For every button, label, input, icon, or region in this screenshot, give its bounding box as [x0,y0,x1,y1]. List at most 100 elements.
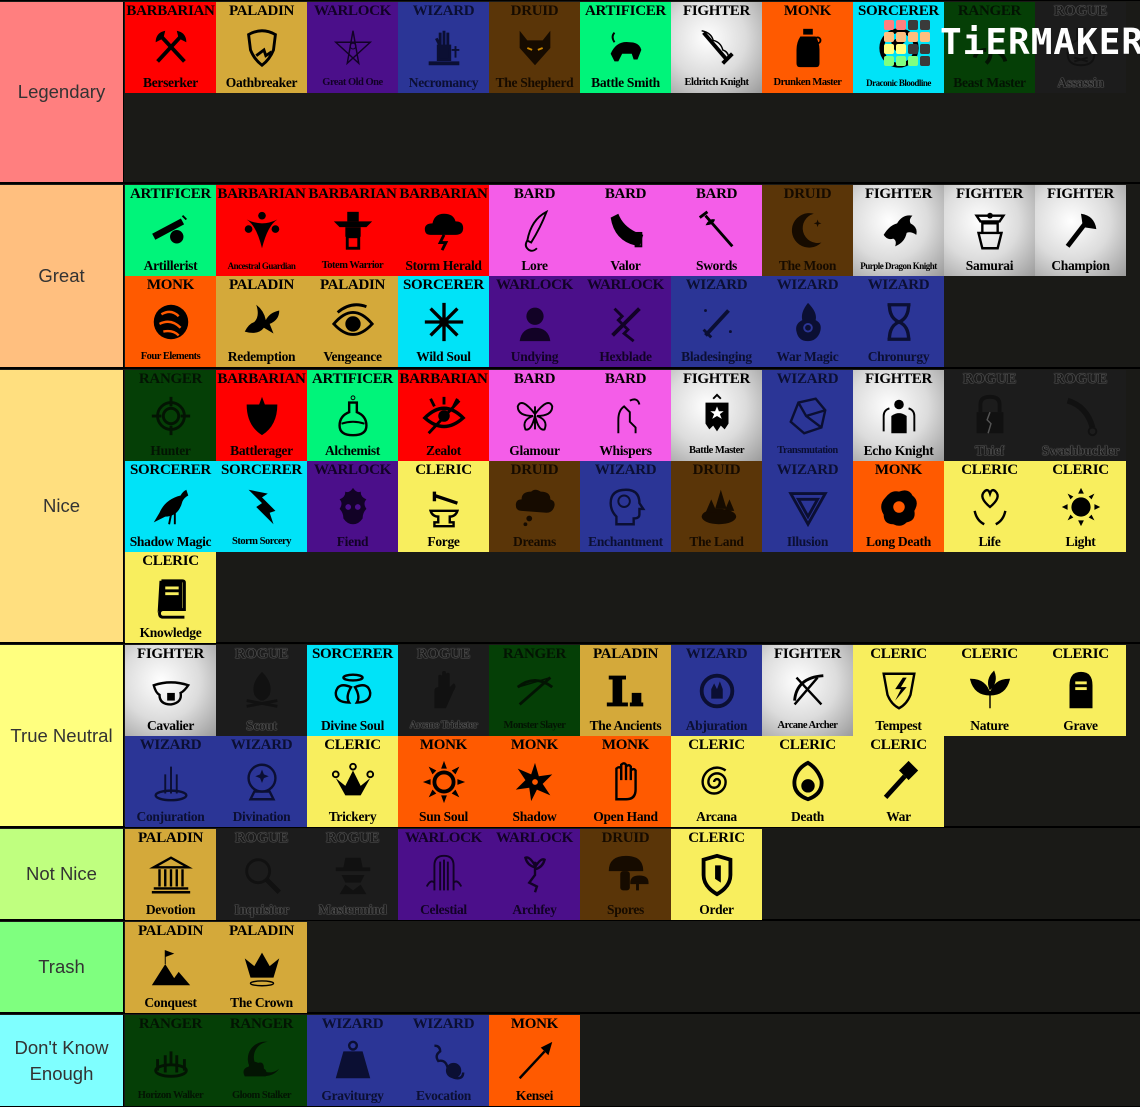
subclass-tile[interactable]: SORCERER Divine Soul [307,645,398,736]
subclass-tile[interactable]: FIGHTER Echo Knight [853,370,944,461]
subclass-tile[interactable]: FIGHTER Champion [1035,185,1126,276]
subclass-tile[interactable]: PALADIN Devotion [125,829,216,920]
subclass-tile[interactable]: BARBARIAN Battlerager [216,370,307,461]
tier-items-dropzone[interactable]: RANGER Horizon Walker RANGER Gloom Stalker W… [124,1015,1140,1106]
subclass-tile[interactable]: ROGUE Inquisitor [216,829,307,920]
subclass-tile[interactable]: DRUID Spores [580,829,671,920]
subclass-tile[interactable]: ROGUE Scout [216,645,307,736]
subclass-tile[interactable]: DRUID The Land [671,461,762,552]
subclass-tile[interactable]: WARLOCK Celestial [398,829,489,920]
subclass-tile[interactable]: PALADIN Oathbreaker [216,2,307,93]
subclass-tile[interactable]: WIZARD War Magic [762,276,853,367]
subclass-tile[interactable]: CLERIC Nature [944,645,1035,736]
subclass-tile[interactable]: PALADIN Redemption [216,276,307,367]
subclass-tile[interactable]: ROGUE Thief [944,370,1035,461]
tier-items-dropzone[interactable]: ARTIFICER Artillerist BARBARIAN Ancestral G… [124,185,1140,367]
subclass-tile[interactable]: WIZARD Conjuration [125,736,216,827]
subclass-tile[interactable]: FIGHTER Purple Dragon Knight [853,185,944,276]
tiermaker-logo[interactable]: TiERMAKER [884,20,1140,66]
subclass-tile[interactable]: MONK Open Hand [580,736,671,827]
subclass-tile[interactable]: WIZARD Enchantment [580,461,671,552]
subclass-tile[interactable]: ARTIFICER Alchemist [307,370,398,461]
subclass-tile[interactable]: FIGHTER Battle Master [671,370,762,461]
subclass-tile[interactable]: BARD Swords [671,185,762,276]
subclass-tile[interactable]: CLERIC Forge [398,461,489,552]
subclass-tile[interactable]: CLERIC War [853,736,944,827]
tier-label[interactable]: Trash [0,922,124,1012]
subclass-tile[interactable]: ROGUE Swashbuckler [1035,370,1126,461]
subclass-tile[interactable]: CLERIC Grave [1035,645,1126,736]
subclass-tile[interactable]: MONK Kensei [489,1015,580,1106]
subclass-tile[interactable]: PALADIN Conquest [125,922,216,1013]
subclass-tile[interactable]: WIZARD Graviturgy [307,1015,398,1106]
tier-label[interactable]: Not Nice [0,829,124,919]
subclass-tile[interactable]: WIZARD Abjuration [671,645,762,736]
subclass-tile[interactable]: SORCERER Storm Sorcery [216,461,307,552]
subclass-tile[interactable]: FIGHTER Eldritch Knight [671,2,762,93]
subclass-tile[interactable]: CLERIC Death [762,736,853,827]
subclass-tile[interactable]: BARD Whispers [580,370,671,461]
subclass-tile[interactable]: MONK Sun Soul [398,736,489,827]
subclass-tile[interactable]: FIGHTER Samurai [944,185,1035,276]
tier-items-dropzone[interactable]: PALADIN Conquest PALADIN The Crown [124,922,1140,1013]
subclass-tile[interactable]: ARTIFICER Artillerist [125,185,216,276]
subclass-tile[interactable]: WARLOCK Archfey [489,829,580,920]
tier-label[interactable]: True Neutral [0,645,124,826]
subclass-tile[interactable]: SORCERER Wild Soul [398,276,489,367]
subclass-tile[interactable]: WIZARD Necromancy [398,2,489,93]
subclass-tile[interactable]: CLERIC Light [1035,461,1126,552]
tier-label[interactable]: Legendary [0,2,124,182]
subclass-tile[interactable]: WIZARD Bladesinging [671,276,762,367]
tier-items-dropzone[interactable]: PALADIN Devotion ROGUE Inquisitor ROGUE Maste… [124,829,1140,920]
subclass-tile[interactable]: WIZARD Divination [216,736,307,827]
subclass-tile[interactable]: BARBARIAN Zealot [398,370,489,461]
subclass-tile[interactable]: CLERIC Order [671,829,762,920]
subclass-tile[interactable]: WIZARD Illusion [762,461,853,552]
subclass-tile[interactable]: MONK Four Elements [125,276,216,367]
subclass-tile[interactable]: BARBARIAN Berserker [125,2,216,93]
subclass-tile[interactable]: RANGER Horizon Walker [125,1015,216,1106]
subclass-tile[interactable]: RANGER Monster Slayer [489,645,580,736]
subclass-tile[interactable]: ROGUE Mastermind [307,829,398,920]
subclass-tile[interactable]: WARLOCK Hexblade [580,276,671,367]
subclass-tile[interactable]: CLERIC Knowledge [125,552,216,643]
tier-items-dropzone[interactable]: RANGER Hunter BARBARIAN Battlerager ARTIFICE… [124,370,1140,643]
subclass-tile[interactable]: MONK Shadow [489,736,580,827]
subclass-tile[interactable]: WIZARD Evocation [398,1015,489,1106]
subclass-tile[interactable]: BARBARIAN Ancestral Guardian [216,185,307,276]
subclass-tile[interactable]: BARBARIAN Storm Herald [398,185,489,276]
subclass-tile[interactable]: CLERIC Tempest [853,645,944,736]
tier-items-dropzone[interactable]: FIGHTER Cavalier ROGUE Scout SORCERER Divine … [124,645,1140,827]
subclass-tile[interactable]: CLERIC Life [944,461,1035,552]
subclass-tile[interactable]: WARLOCK Fiend [307,461,398,552]
class-name: PALADIN [137,830,204,846]
subclass-tile[interactable]: DRUID The Shepherd [489,2,580,93]
subclass-tile[interactable]: WIZARD Chronurgy [853,276,944,367]
subclass-tile[interactable]: RANGER Gloom Stalker [216,1015,307,1106]
subclass-tile[interactable]: WARLOCK Undying [489,276,580,367]
subclass-tile[interactable]: ROGUE Arcane Trickster [398,645,489,736]
subclass-tile[interactable]: DRUID The Moon [762,185,853,276]
subclass-tile[interactable]: WARLOCK Great Old One [307,2,398,93]
tier-label[interactable]: Nice [0,370,124,642]
subclass-tile[interactable]: RANGER Hunter [125,370,216,461]
subclass-tile[interactable]: MONK Drunken Master [762,2,853,93]
subclass-tile[interactable]: WIZARD Transmutation [762,370,853,461]
subclass-tile[interactable]: BARBARIAN Totem Warrior [307,185,398,276]
subclass-tile[interactable]: PALADIN Vengeance [307,276,398,367]
subclass-tile[interactable]: CLERIC Trickery [307,736,398,827]
subclass-tile[interactable]: PALADIN The Crown [216,922,307,1013]
subclass-tile[interactable]: PALADIN The Ancients [580,645,671,736]
subclass-tile[interactable]: ARTIFICER Battle Smith [580,2,671,93]
subclass-tile[interactable]: CLERIC Arcana [671,736,762,827]
subclass-tile[interactable]: MONK Long Death [853,461,944,552]
subclass-tile[interactable]: BARD Glamour [489,370,580,461]
subclass-tile[interactable]: SORCERER Shadow Magic [125,461,216,552]
subclass-tile[interactable]: BARD Lore [489,185,580,276]
subclass-tile[interactable]: FIGHTER Arcane Archer [762,645,853,736]
tier-label[interactable]: Don't Know Enough [0,1015,124,1106]
subclass-tile[interactable]: DRUID Dreams [489,461,580,552]
subclass-tile[interactable]: FIGHTER Cavalier [125,645,216,736]
tier-label[interactable]: Great [0,185,124,367]
subclass-tile[interactable]: BARD Valor [580,185,671,276]
